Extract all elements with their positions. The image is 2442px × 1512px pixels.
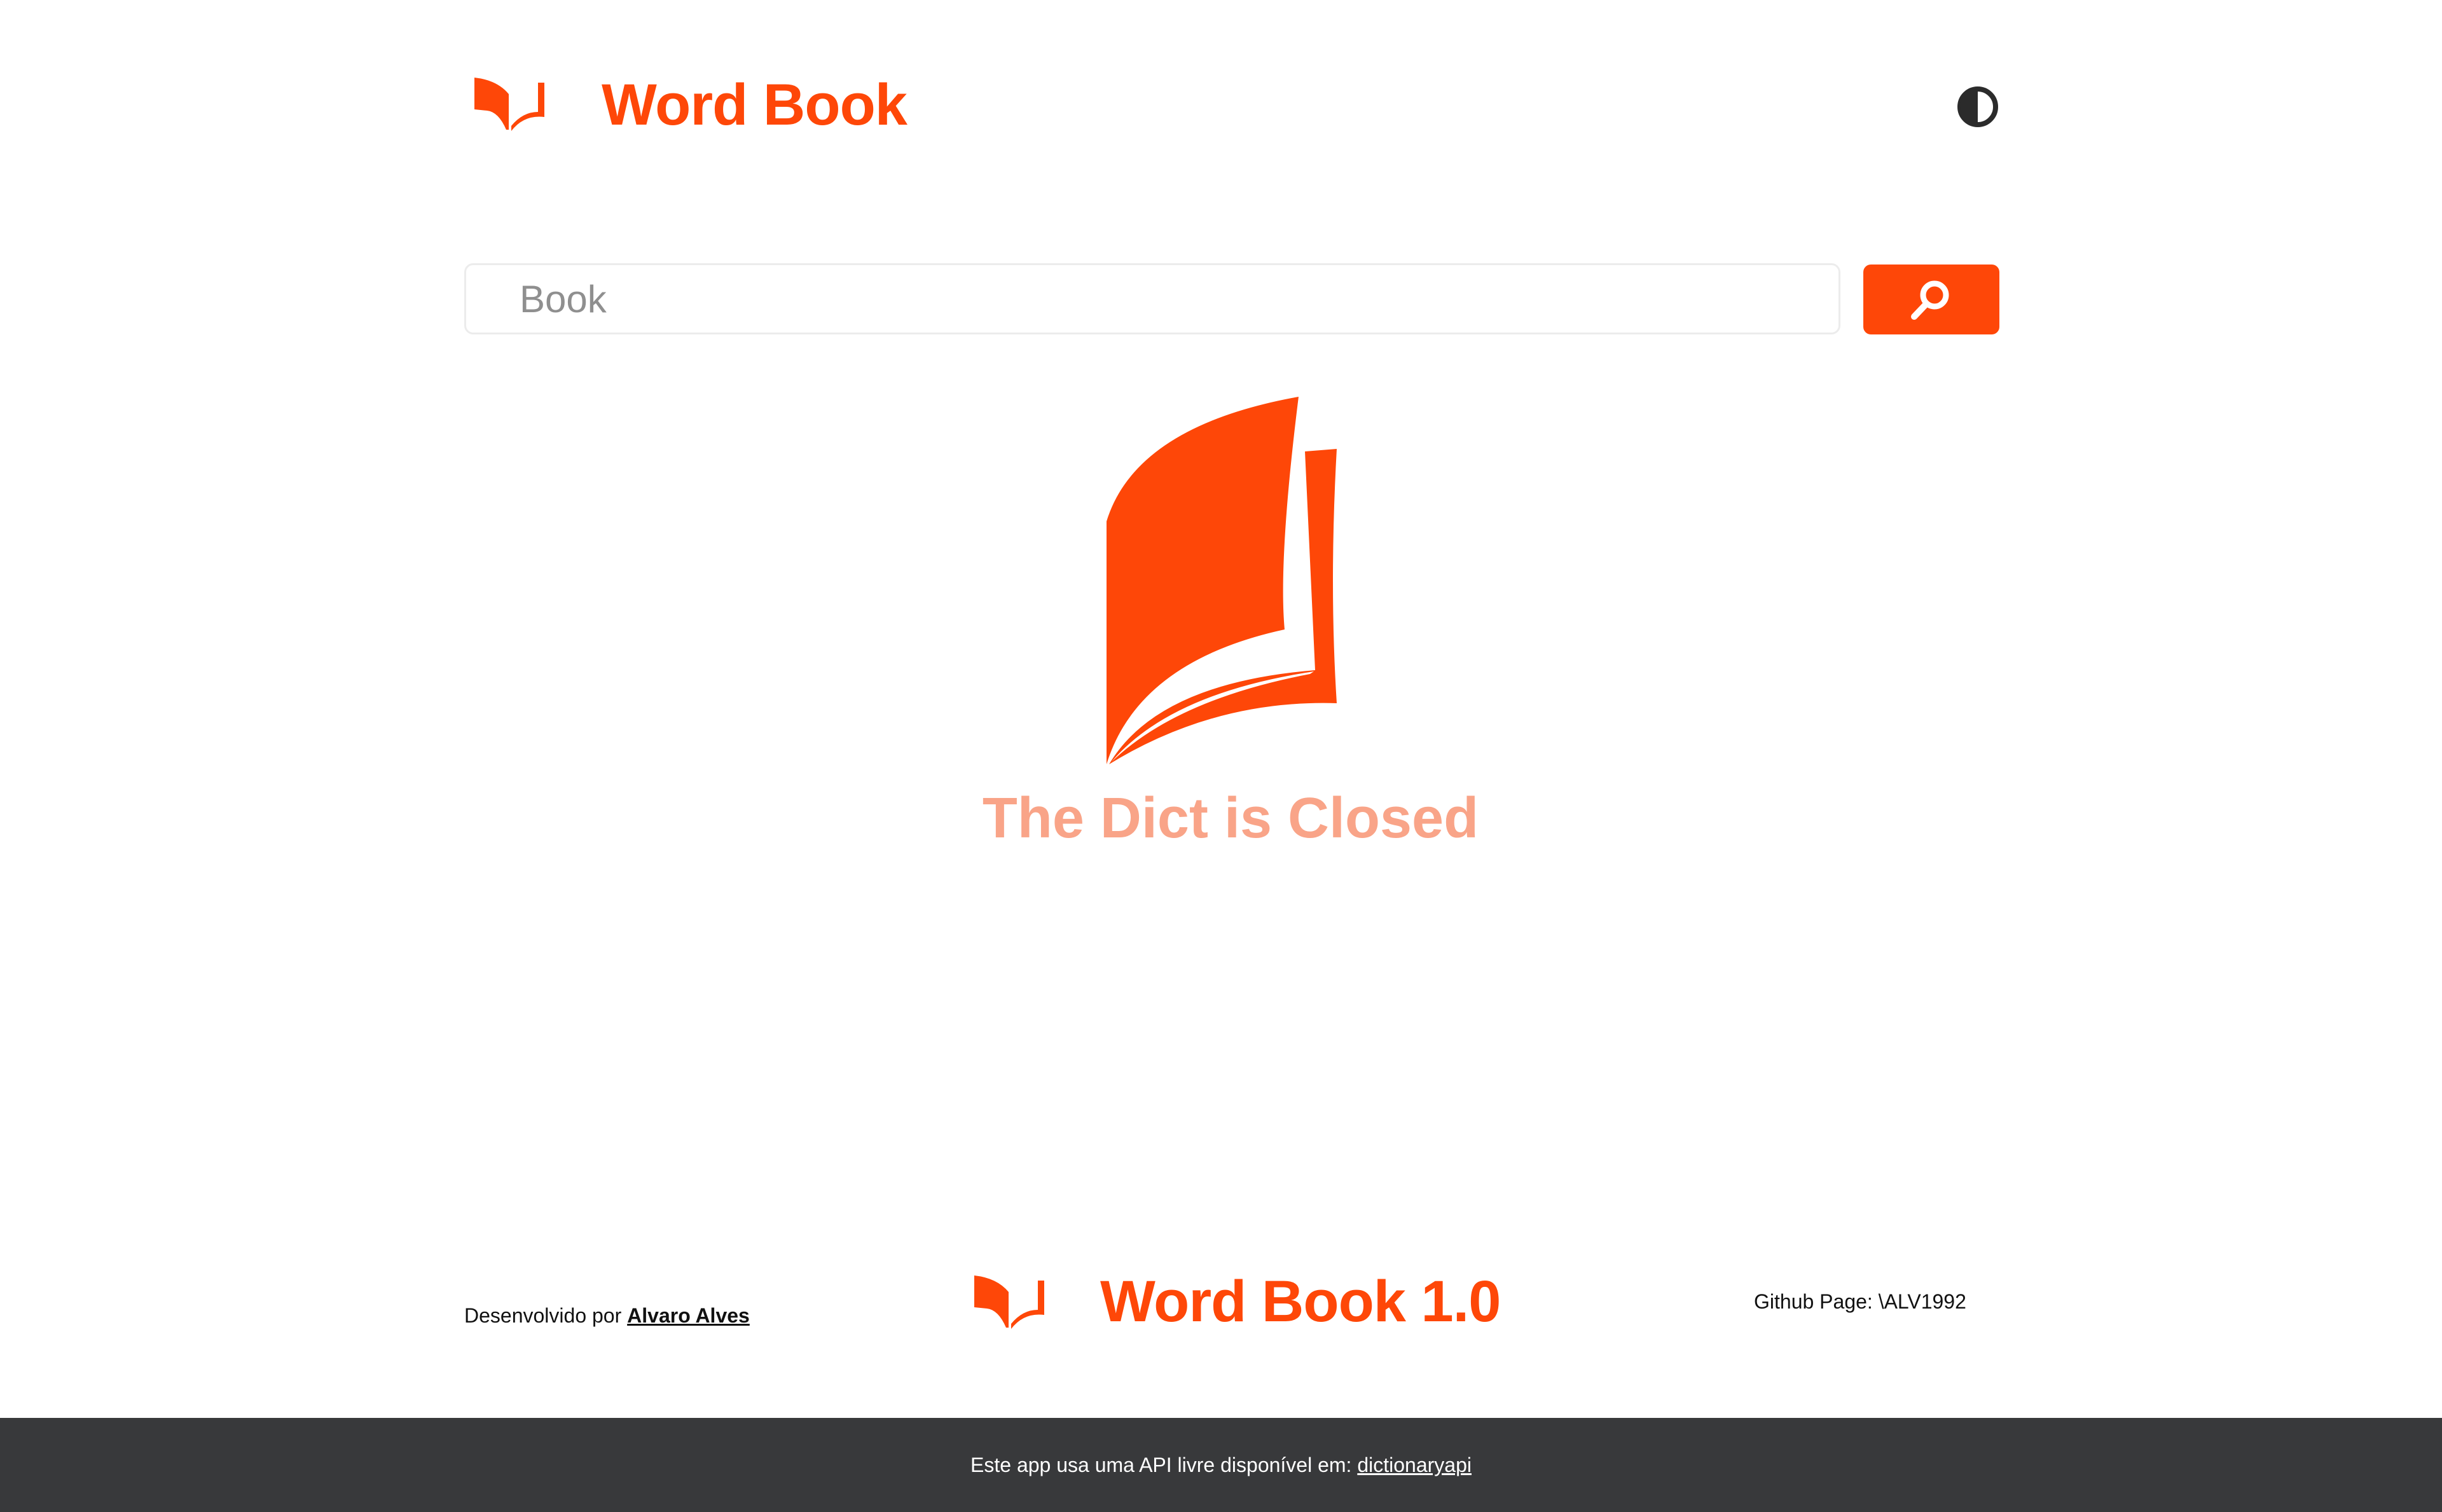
search-input[interactable] [464,263,1840,334]
app-title: Word Book [602,72,907,137]
api-attribution-text: Este app usa uma API livre disponível em… [970,1454,1352,1476]
search-button[interactable] [1863,265,1999,334]
dictionaryapi-link[interactable]: dictionaryapi [1357,1454,1472,1476]
developer-credit: Desenvolvido por Alvaro Alves [464,1301,750,1330]
app-page: Word Book The Dict is Closed Desenvolvid… [0,0,2442,1512]
github-page-text: Github Page: \ALV1992 [1754,1290,1966,1313]
api-attribution-bar: Este app usa uma API livre disponível em… [0,1418,2442,1512]
search-icon [1911,280,1949,320]
contrast-half-circle-icon[interactable] [1956,85,1999,128]
empty-state-message: The Dict is Closed [982,787,1479,850]
open-book-icon [1107,397,1337,764]
footer-title: Word Book 1.0 [1100,1269,1501,1334]
open-book-icon [974,1275,1044,1329]
open-book-icon [474,78,544,131]
author-link[interactable]: Alvaro Alves [627,1304,750,1327]
credit-prefix: Desenvolvido por [464,1304,622,1327]
